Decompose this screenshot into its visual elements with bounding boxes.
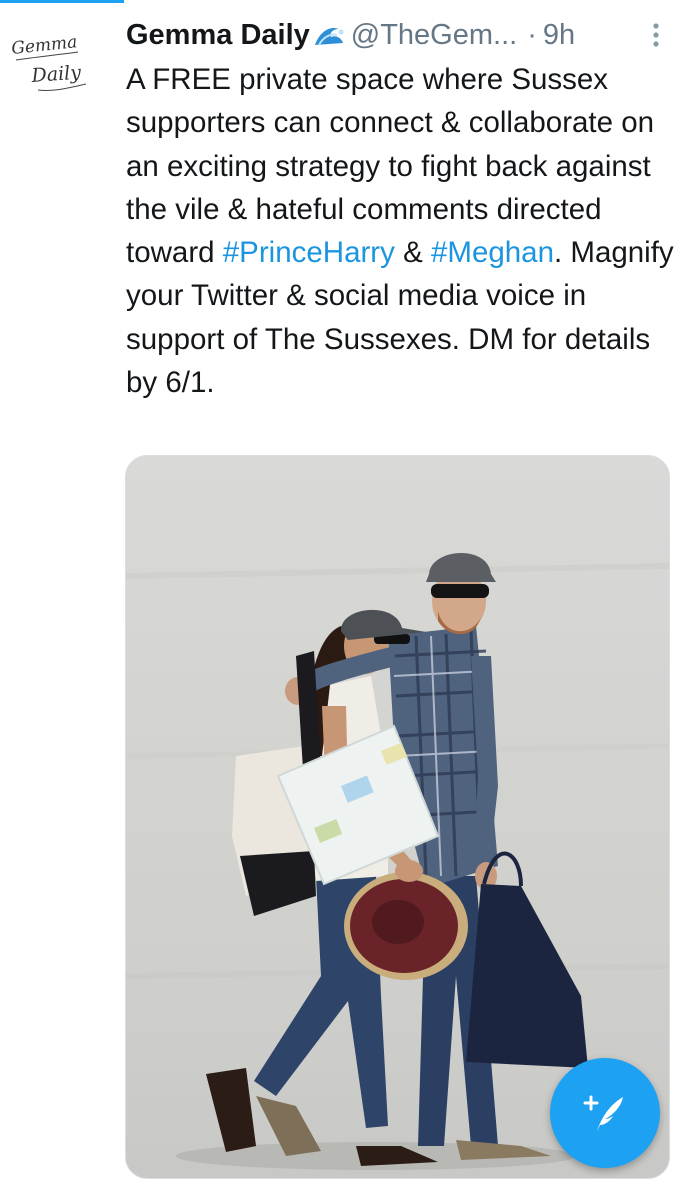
compose-tweet-button[interactable] <box>550 1058 660 1168</box>
tweet-header: Gemma Daily @TheGem... · 9h <box>126 14 666 56</box>
tweet-text: A FREE private space where Sussex suppor… <box>126 58 676 404</box>
svg-text:Gemma: Gemma <box>10 32 78 59</box>
avatar[interactable]: Gemma Daily <box>8 32 94 102</box>
author-handle[interactable]: @TheGem... <box>351 19 517 52</box>
hashtag-link-princeharry[interactable]: #PrinceHarry <box>223 236 395 269</box>
hashtag-link-meghan[interactable]: #Meghan <box>431 236 554 269</box>
avatar-signature-logo: Gemma Daily <box>10 32 87 91</box>
tweet-text-part2: & <box>394 236 431 270</box>
author-name[interactable]: Gemma Daily <box>126 19 310 52</box>
separator-dot: · <box>527 18 537 51</box>
compose-tweet-icon <box>583 1095 623 1131</box>
wave-emoji-icon <box>313 23 347 47</box>
tweet-timestamp[interactable]: 9h <box>543 19 575 52</box>
active-tab-indicator <box>0 0 124 3</box>
more-vertical-icon[interactable] <box>646 20 666 50</box>
svg-text:Daily: Daily <box>30 62 82 87</box>
